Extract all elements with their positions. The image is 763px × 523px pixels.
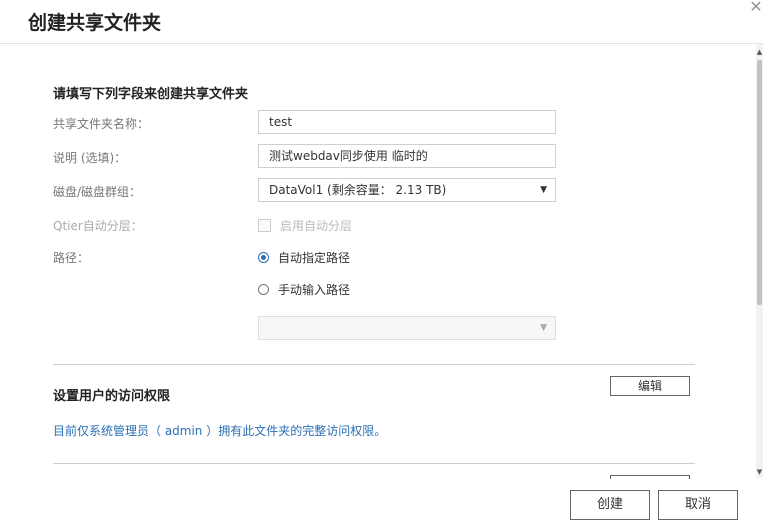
arrow-up-icon[interactable]: ▲ [756,48,763,56]
cancel-button[interactable]: 取消 [658,490,738,520]
radio-manual-path[interactable]: 手动输入路径 [258,281,350,298]
section-divider [53,364,695,365]
disk-label: 磁盘/磁盘群组： [53,185,142,199]
caret-down-icon: ▼ [540,323,547,333]
radio-auto-path[interactable]: 自动指定路径 [258,249,350,266]
radio-manual-path-control[interactable] [258,284,269,295]
radio-manual-path-label: 手动输入路径 [278,283,351,297]
qtier-label: Qtier自动分层： [53,219,143,233]
vertical-scrollbar[interactable]: ▲ ▼ [756,44,763,478]
qtier-checkbox [258,219,271,232]
title-divider [0,43,763,44]
partially-visible-button[interactable] [610,475,690,479]
qtier-checkbox-row: 启用自动分层 [258,217,352,234]
disk-select[interactable]: DataVol1 (剩余容量： 2.13 TB) ▼ [258,178,556,202]
close-icon[interactable]: ✕ [749,0,763,15]
scroll-thumb[interactable] [757,60,762,305]
description-label: 说明 (选填)： [53,151,127,165]
path-label: 路径： [53,251,90,265]
create-shared-folder-dialog: 创建共享文件夹 ✕ ▲ ▼ 请填写下列字段来创建共享文件夹 共享文件夹名称： t… [0,0,763,523]
permissions-info-text: 目前仅系统管理员（ admin ）拥有此文件夹的完整访问权限。 [53,424,387,438]
disk-select-value: DataVol1 (剩余容量： 2.13 TB) [269,183,447,197]
path-select: ▼ [258,316,556,340]
permissions-section-title: 设置用户的访问权限 [53,389,171,404]
edit-permissions-button[interactable]: 编辑 [610,376,690,396]
create-button[interactable]: 创建 [570,490,650,520]
radio-auto-path-control[interactable] [258,252,269,263]
section-divider [53,463,695,464]
folder-name-label: 共享文件夹名称： [53,117,150,131]
dialog-title: 创建共享文件夹 [28,12,162,34]
folder-name-input[interactable]: test [258,110,556,134]
qtier-checkbox-label: 启用自动分层 [280,219,353,233]
radio-auto-path-label: 自动指定路径 [278,251,351,265]
form-section-title: 请填写下列字段来创建共享文件夹 [53,87,249,102]
caret-down-icon: ▼ [540,185,547,195]
arrow-down-icon[interactable]: ▼ [756,468,763,476]
description-input[interactable]: 测试webdav同步使用 临时的 [258,144,556,168]
